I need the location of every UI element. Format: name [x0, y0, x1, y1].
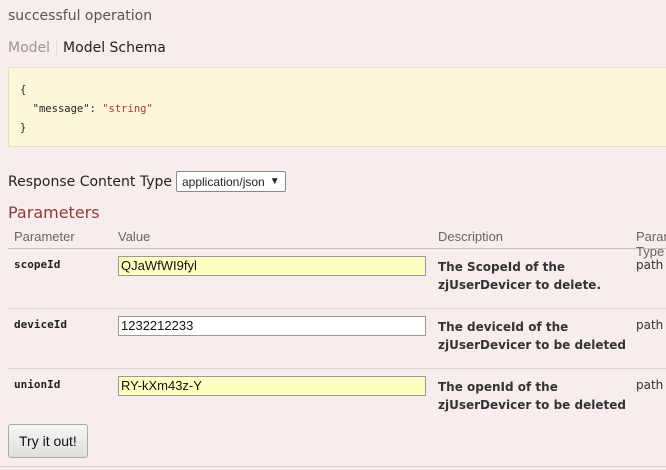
- device-id-input[interactable]: 1232212233: [118, 316, 426, 336]
- param-type: path: [636, 258, 664, 272]
- parameters-heading: Parameters: [8, 203, 100, 222]
- table-row: unionId RY-kXm43z-Y The openId of the zj…: [8, 369, 666, 428]
- content-type-label: Response Content Type: [8, 173, 172, 190]
- parameters-header-row: Parameter Value Description Parameter Ty…: [8, 226, 666, 259]
- param-name: deviceId: [14, 318, 67, 331]
- param-type: path: [636, 378, 664, 392]
- param-description: The deviceId of the zjUserDevicer to be …: [438, 320, 626, 352]
- scope-id-input[interactable]: QJaWfWI9fyl: [118, 256, 426, 276]
- try-it-out-button[interactable]: Try it out!: [8, 424, 88, 458]
- schema-code: { "message": "string" }: [20, 84, 153, 134]
- response-content-type: Response Content Type application/json ▼: [8, 171, 286, 192]
- column-header-value: Value: [118, 229, 151, 244]
- param-description: The openId of the zjUserDevicer to be de…: [438, 380, 626, 412]
- response-message: successful operation: [8, 8, 153, 24]
- table-row: deviceId 1232212233 The deviceId of the …: [8, 309, 666, 369]
- parameters-table: Parameter Value Description Parameter Ty…: [8, 226, 666, 428]
- content-type-value: application/json: [181, 174, 265, 189]
- param-name: scopeId: [14, 258, 61, 271]
- param-type: path: [636, 318, 664, 332]
- tab-model-schema[interactable]: Model Schema: [63, 40, 166, 56]
- table-row: scopeId QJaWfWI9fyl The ScopeId of the z…: [8, 249, 666, 309]
- content-type-select[interactable]: application/json ▼: [175, 171, 286, 192]
- divider: [0, 466, 666, 467]
- model-schema-box: { "message": "string" }: [8, 67, 666, 147]
- column-header-description: Description: [438, 229, 504, 244]
- tab-model[interactable]: Model: [8, 40, 58, 56]
- union-id-input[interactable]: RY-kXm43z-Y: [118, 376, 426, 396]
- model-tabs: Model Model Schema: [8, 40, 166, 56]
- chevron-down-icon: ▼: [269, 176, 280, 187]
- param-name: unionId: [14, 378, 61, 391]
- param-description: The ScopeId of the zjUserDevicer to dele…: [438, 260, 601, 292]
- column-header-parameter: Parameter: [14, 229, 75, 244]
